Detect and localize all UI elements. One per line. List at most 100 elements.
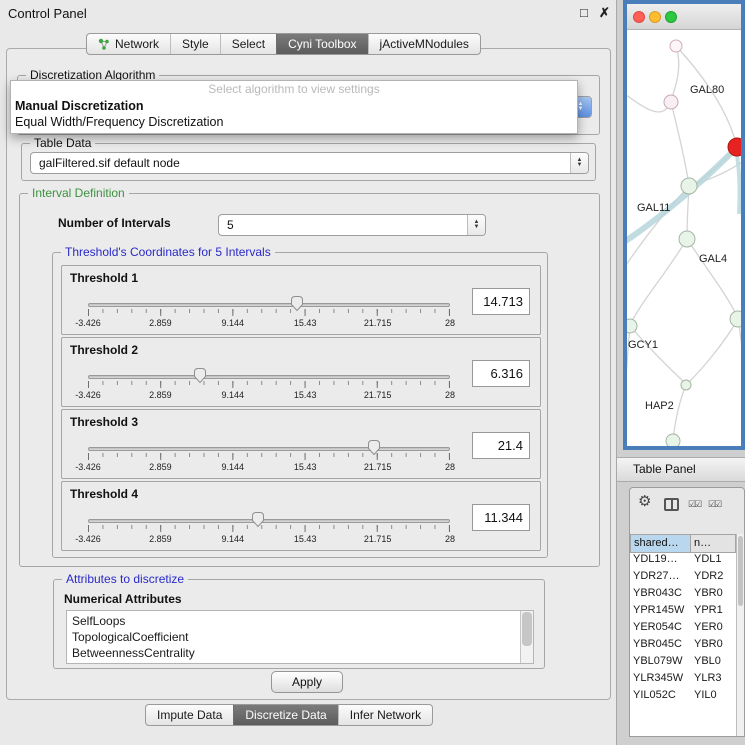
scrollbar-thumb[interactable] [738,536,743,606]
tab-infer-network[interactable]: Infer Network [338,705,432,725]
slider-thumb[interactable] [193,367,208,384]
minimize-traffic-light-icon[interactable] [649,11,661,23]
cell[interactable]: YBL079W [630,655,691,672]
table-row[interactable]: YBR043CYBR0 [630,587,736,604]
number-of-intervals-combobox[interactable]: 5 ▲ ▼ [218,214,486,236]
network-node[interactable] [666,434,680,446]
select-rows-icon[interactable]: ☑☑ [708,499,720,510]
network-window-titlebar[interactable] [627,4,741,30]
tab-network[interactable]: Network [87,34,170,54]
slider-track[interactable] [88,375,450,379]
tab-select[interactable]: Select [220,34,276,54]
cell[interactable]: YDL1 [691,553,736,570]
columns-icon[interactable] [664,498,679,511]
cell[interactable]: YER0 [691,621,736,638]
combo-arrows[interactable]: ▲ ▼ [467,215,485,235]
slider-track[interactable] [88,303,450,307]
network-node[interactable] [681,178,697,194]
close-traffic-light-icon[interactable] [633,11,645,23]
tab-impute-data[interactable]: Impute Data [146,705,233,725]
slider-thumb[interactable] [289,295,304,312]
table-row[interactable]: YBL079WYBL0 [630,655,736,672]
network-node[interactable] [670,40,682,52]
cell[interactable]: YBR0 [691,587,736,604]
cell[interactable]: YBR0 [691,638,736,655]
threshold-slider[interactable]: -3.426 2.859 9.144 15.43 21.715 28 [88,294,450,334]
cell[interactable]: YIL052C [630,689,691,706]
cell[interactable]: YBR045C [630,638,691,655]
tab-cyni-toolbox[interactable]: Cyni Toolbox [276,34,367,54]
scale-label: 28 [445,534,455,544]
combo-arrows[interactable]: ▲ ▼ [570,153,588,173]
apply-button[interactable]: Apply [271,671,343,693]
dropdown-option-equal-width-frequency[interactable]: Equal Width/Frequency Discretization [11,114,577,130]
zoom-traffic-light-icon[interactable] [665,11,677,23]
tab-style[interactable]: Style [170,34,220,54]
threshold-value[interactable]: 21.4 [472,432,530,459]
scale-label: 21.715 [364,318,392,328]
cell[interactable]: YBL0 [691,655,736,672]
table-row[interactable]: YPR145WYPR1 [630,604,736,621]
scale-label: 2.859 [149,462,172,472]
network-canvas[interactable]: GAL80 GAL11 GAL4 GCY1 HAP2 [627,30,741,446]
list-item[interactable]: TopologicalCoefficient [67,629,533,645]
table-row[interactable]: YDR27…YDR2 [630,570,736,587]
table-data-combobox[interactable]: galFiltered.sif default node ▲ ▼ [30,152,589,174]
table-row[interactable]: YIL052CYIL0 [630,689,736,706]
cell[interactable]: YPR145W [630,604,691,621]
close-icon[interactable]: ✗ [599,5,610,21]
select-columns-icon[interactable]: ☑☑ [688,499,700,510]
threshold-slider[interactable]: -3.426 2.859 9.144 15.43 21.715 28 [88,366,450,406]
table-row[interactable]: YBR045CYBR0 [630,638,736,655]
scrollbar-thumb[interactable] [522,612,532,646]
cell[interactable]: YDR2 [691,570,736,587]
control-panel: Control Panel □ ✗ Network Style Select C… [0,0,617,745]
cell[interactable]: YPR1 [691,604,736,621]
list-item[interactable]: BetweennessCentrality [67,645,533,661]
slider-major-ticks [88,525,450,532]
cell[interactable]: YLR3 [691,672,736,689]
cell[interactable]: YDL19… [630,553,691,570]
gear-icon[interactable]: ⚙ [638,492,651,510]
table-header-row: shared… n… [630,534,736,553]
column-header-shared-name[interactable]: shared… [630,534,691,553]
table-scrollbar[interactable] [736,534,744,736]
selected-network-node[interactable] [728,138,741,156]
threshold-value[interactable]: 6.316 [472,360,530,387]
threshold-label: Threshold 3 [70,415,138,429]
network-node[interactable] [627,319,637,333]
cell[interactable]: YBR043C [630,587,691,604]
cell[interactable]: YER054C [630,621,691,638]
slider-track[interactable] [88,519,450,523]
network-node[interactable] [730,311,741,327]
cell[interactable]: YIL0 [691,689,736,706]
list-scrollbar[interactable] [520,611,533,663]
slider-thumb[interactable] [251,511,266,528]
panel-title: Control Panel [8,6,87,21]
tab-discretize-data[interactable]: Discretize Data [233,705,337,725]
network-node[interactable] [681,380,691,390]
threshold-slider[interactable]: -3.426 2.859 9.144 15.43 21.715 28 [88,438,450,478]
scale-label: 2.859 [149,534,172,544]
table-row[interactable]: YER054CYER0 [630,621,736,638]
network-graph[interactable]: GAL80 GAL11 GAL4 GCY1 HAP2 [627,30,741,446]
float-window-icon[interactable]: □ [580,5,588,20]
table-row[interactable]: YDL19…YDL1 [630,553,736,570]
network-node[interactable] [664,95,678,109]
tab-jactivemnodules[interactable]: jActiveMNodules [368,34,480,54]
cell[interactable]: YLR345W [630,672,691,689]
list-item[interactable]: SelfLoops [67,613,533,629]
network-node[interactable] [679,231,695,247]
network-view-window[interactable]: GAL80 GAL11 GAL4 GCY1 HAP2 [623,0,745,450]
column-header-name[interactable]: n… [691,534,736,553]
threshold-slider[interactable]: -3.426 2.859 9.144 15.43 21.715 28 [88,510,450,550]
cell[interactable]: YDR27… [630,570,691,587]
slider-track[interactable] [88,447,450,451]
slider-thumb[interactable] [366,439,381,456]
highlighted-edge[interactable] [627,148,736,244]
table-row[interactable]: YLR345WYLR3 [630,672,736,689]
threshold-value[interactable]: 11.344 [472,504,530,531]
threshold-value[interactable]: 14.713 [472,288,530,315]
dropdown-option-manual-discretization[interactable]: Manual Discretization [11,98,577,114]
highlighted-edge[interactable] [736,148,740,214]
